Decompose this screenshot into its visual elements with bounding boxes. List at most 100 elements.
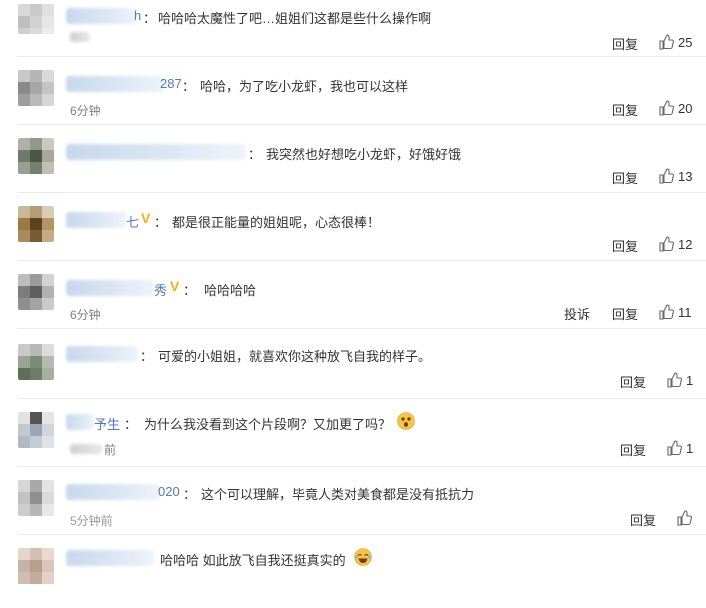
reply-button[interactable]: 回复 <box>630 510 656 529</box>
verified-v-icon: V <box>170 278 180 294</box>
comment-item: 287 ： 哈哈，为了吃小龙虾，我也可以这样 6分钟 回复 20 <box>0 62 706 130</box>
like-button[interactable]: 12 <box>658 236 692 252</box>
reply-button[interactable]: 回复 <box>612 168 638 187</box>
like-button[interactable]: 13 <box>658 168 692 184</box>
avatar[interactable] <box>18 344 54 380</box>
divider <box>18 398 706 399</box>
colon: ： <box>154 215 168 230</box>
avatar[interactable] <box>18 480 54 516</box>
divider <box>18 466 706 467</box>
like-count: 20 <box>678 100 693 116</box>
avatar[interactable] <box>18 138 54 174</box>
avatar[interactable] <box>18 4 54 34</box>
comment-item: 七 V ： 都是很正能量的姐姐呢，心态很棒！ 回复 12 <box>0 198 706 266</box>
timestamp: 6分钟 <box>70 104 101 118</box>
username-blurred[interactable] <box>66 8 136 24</box>
username-blurred[interactable] <box>66 76 164 92</box>
reply-button[interactable]: 回复 <box>612 236 638 255</box>
comment-text: 哈哈哈哈 <box>204 283 257 298</box>
thumbs-up-icon <box>659 304 674 320</box>
divider <box>18 124 706 125</box>
avatar[interactable] <box>18 274 54 310</box>
timestamp-blurred <box>70 444 102 454</box>
avatar[interactable] <box>18 412 54 448</box>
comment-text: 为什么我没看到这个片段啊？又加更了吗？ <box>144 417 392 432</box>
reply-button[interactable]: 回复 <box>612 100 638 119</box>
thumbs-up-icon <box>659 34 674 50</box>
divider <box>18 192 706 193</box>
like-button[interactable]: 1 <box>666 440 693 456</box>
username-tail[interactable]: 七 <box>126 212 139 231</box>
comment-text: 哈哈哈太魔性了吧…姐姐们这都是些什么操作啊 <box>158 11 432 26</box>
like-button[interactable] <box>676 510 696 526</box>
comment-item: 哈哈哈 如此放飞自我还挺真实的 <box>0 540 706 608</box>
like-button[interactable]: 11 <box>658 304 692 320</box>
username-blurred[interactable] <box>66 346 138 362</box>
like-count: 25 <box>678 34 693 50</box>
colon: ： <box>183 487 197 502</box>
divider <box>18 534 706 535</box>
comment-text: 都是很正能量的姐姐呢，心态很棒！ <box>172 215 381 230</box>
avatar[interactable] <box>18 548 54 587</box>
username-tail[interactable]: 287 <box>160 76 182 91</box>
thumbs-up-icon <box>667 440 682 456</box>
thumbs-up-icon <box>677 510 692 526</box>
comment-text: 哈哈，为了吃小龙虾，我也可以这样 <box>200 79 409 94</box>
comment-list: h ： 哈哈哈太魔性了吧…姐姐们这都是些什么操作啊 回复 25 287 ： 哈哈… <box>0 0 706 584</box>
divider <box>18 328 706 329</box>
report-button[interactable]: 投诉 <box>564 304 590 323</box>
comment-item: 020 ： 这个可以理解，毕竟人类对美食都是没有抵抗力 5分钟前 回复 <box>0 472 706 540</box>
divider <box>18 56 706 57</box>
username-blurred[interactable] <box>66 144 246 160</box>
username-blurred[interactable] <box>66 212 126 228</box>
colon: ： <box>182 79 196 94</box>
username-blurred[interactable] <box>66 484 160 500</box>
comment-item: ： 我突然也好想吃小龙虾，好饿好饿 回复 13 <box>0 130 706 198</box>
timestamp: 前 <box>104 443 117 457</box>
surprised-emoji-icon <box>397 412 415 430</box>
like-count: 1 <box>686 372 694 388</box>
thumbs-up-icon <box>659 168 674 184</box>
like-count: 13 <box>678 168 693 184</box>
like-count: 11 <box>678 304 692 320</box>
like-button[interactable]: 20 <box>658 100 692 116</box>
thumbs-up-icon <box>667 372 682 388</box>
comment-text: 我突然也好想吃小龙虾，好饿好饿 <box>266 147 462 162</box>
colon: ： <box>183 283 197 298</box>
comment-item: h ： 哈哈哈太魔性了吧…姐姐们这都是些什么操作啊 回复 25 <box>0 0 706 62</box>
laughing-emoji-icon <box>354 548 372 566</box>
like-button[interactable]: 1 <box>666 372 693 388</box>
like-button[interactable]: 25 <box>658 34 692 50</box>
comment-text: 这个可以理解，毕竟人类对美食都是没有抵抗力 <box>201 487 475 502</box>
colon: ： <box>124 417 138 432</box>
reply-button[interactable]: 回复 <box>612 304 638 323</box>
reply-button[interactable]: 回复 <box>620 372 646 391</box>
username-tail[interactable]: 予生 <box>94 414 120 433</box>
username-tail[interactable]: h <box>134 8 141 23</box>
like-count: 12 <box>678 236 693 252</box>
username-blurred[interactable] <box>66 414 94 430</box>
username-tail[interactable]: 秀 <box>154 280 167 299</box>
comment-text: 可爱的小姐姐，就喜欢你这种放飞自我的样子。 <box>158 349 432 364</box>
divider <box>18 260 706 261</box>
comment-item: ： 可爱的小姐姐，就喜欢你这种放飞自我的样子。 回复 1 <box>0 336 706 404</box>
username-blurred[interactable] <box>66 550 154 566</box>
like-count: 1 <box>686 440 694 456</box>
avatar[interactable] <box>18 70 54 106</box>
colon: ： <box>143 11 157 26</box>
colon: ： <box>140 349 154 364</box>
comment-item: 予生 ： 为什么我没看到这个片段啊？又加更了吗？ 前 回复 1 <box>0 404 706 472</box>
thumbs-up-icon <box>659 100 674 116</box>
username-tail[interactable]: 020 <box>158 484 180 499</box>
reply-button[interactable]: 回复 <box>612 34 638 53</box>
comment-text: 哈哈哈 如此放飞自我还挺真实的 <box>160 553 346 568</box>
timestamp: 5分钟前 <box>70 514 113 528</box>
verified-v-icon: V <box>141 210 151 226</box>
timestamp-blurred <box>70 32 90 42</box>
reply-button[interactable]: 回复 <box>620 440 646 459</box>
thumbs-up-icon <box>659 236 674 252</box>
username-blurred[interactable] <box>66 280 154 296</box>
avatar[interactable] <box>18 206 54 242</box>
colon: ： <box>248 147 262 162</box>
comment-item: 秀 V ： 哈哈哈哈 6分钟 投诉 回复 11 <box>0 266 706 334</box>
